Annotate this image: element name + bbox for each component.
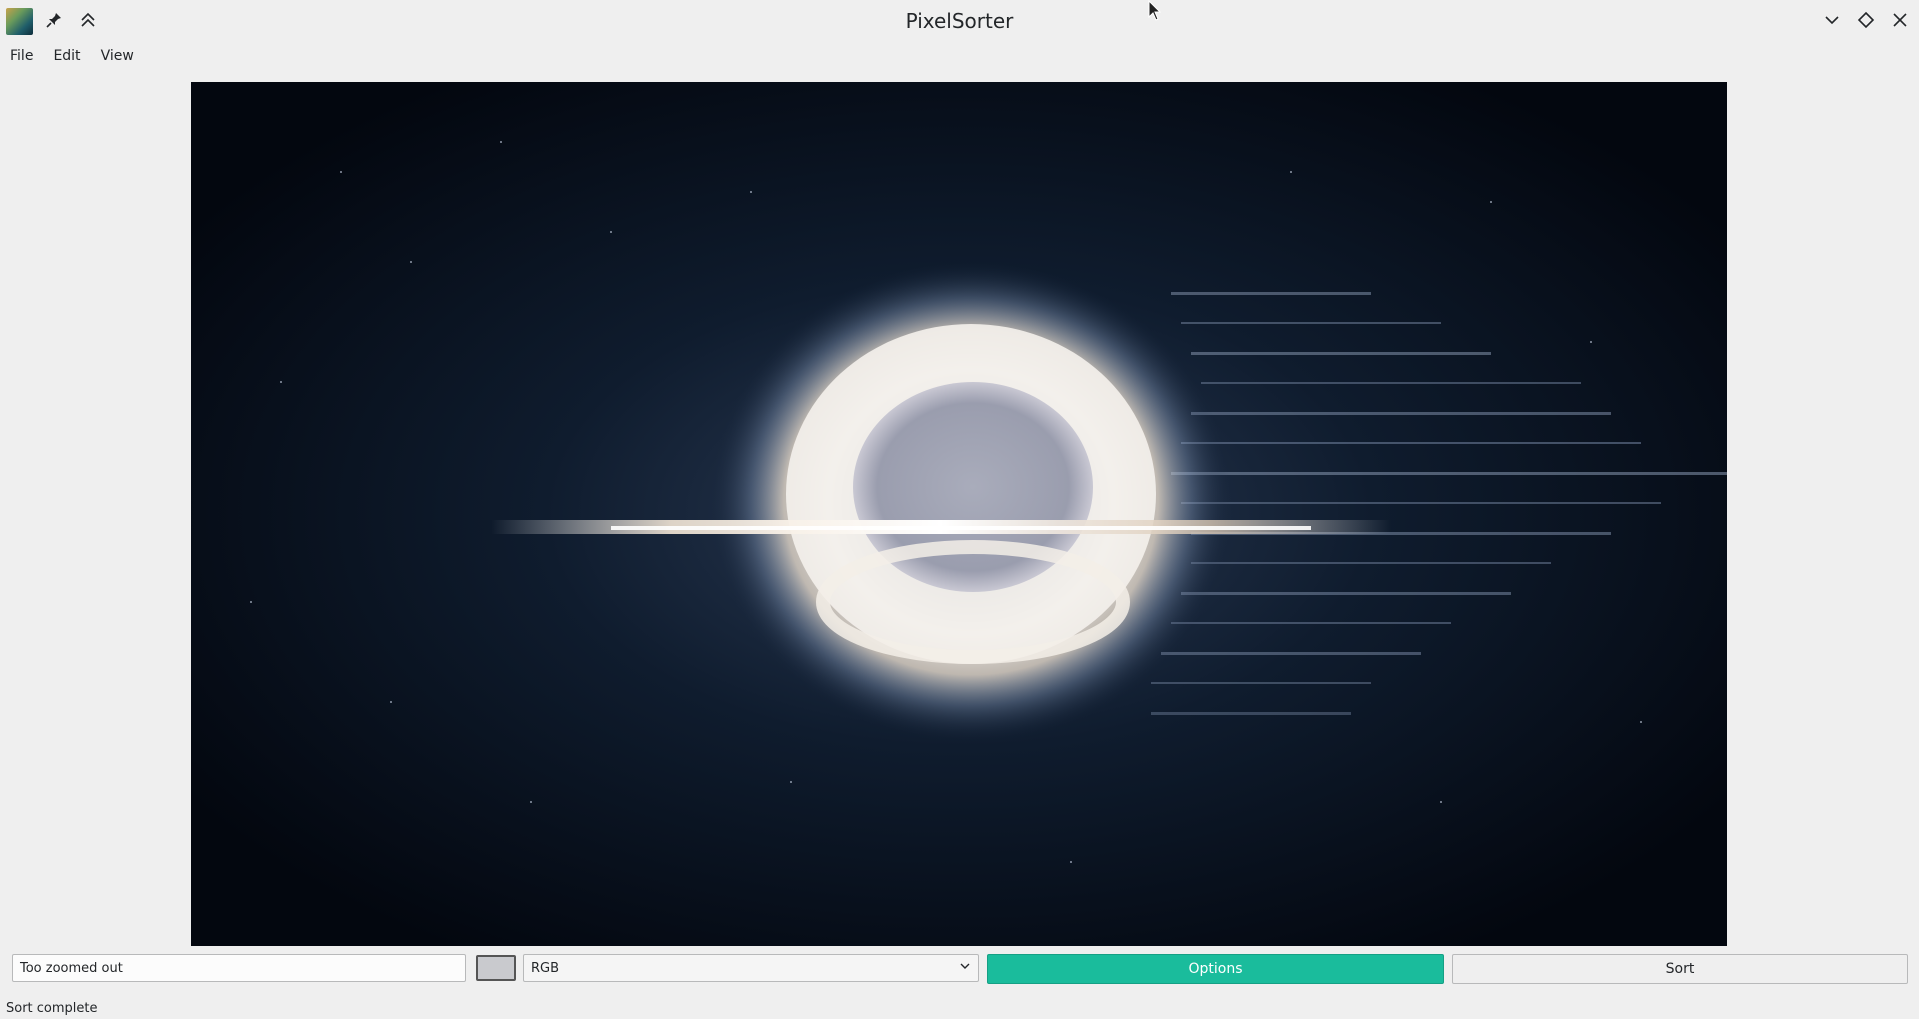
status-text: Sort complete: [6, 1001, 98, 1016]
close-icon[interactable]: [1886, 6, 1914, 34]
color-mode-select[interactable]: RGB: [523, 954, 979, 982]
menu-bar: File Edit View: [0, 44, 1919, 68]
image-canvas[interactable]: [191, 82, 1727, 946]
maximize-icon[interactable]: [1852, 6, 1880, 34]
menu-edit[interactable]: Edit: [43, 46, 90, 66]
menu-file[interactable]: File: [0, 46, 43, 66]
color-mode-selected: RGB: [531, 960, 560, 976]
pixelsorter-window: PixelSorter File Edit View Too zoomed ou…: [0, 0, 1919, 1019]
title-bar[interactable]: PixelSorter: [0, 0, 1919, 40]
window-title: PixelSorter: [905, 9, 1014, 33]
chevron-down-icon: [959, 960, 971, 976]
color-swatch-button[interactable]: [476, 955, 516, 981]
threshold-input[interactable]: Too zoomed out: [12, 954, 466, 982]
minimize-icon[interactable]: [1818, 6, 1846, 34]
controls-bar: Too zoomed out RGB Options Sort: [0, 952, 1919, 986]
options-button[interactable]: Options: [987, 954, 1444, 984]
sort-button[interactable]: Sort: [1452, 954, 1908, 984]
menu-view[interactable]: View: [91, 46, 144, 66]
sorted-image: [191, 82, 1727, 946]
mouse-cursor-icon: [1148, 0, 1162, 27]
